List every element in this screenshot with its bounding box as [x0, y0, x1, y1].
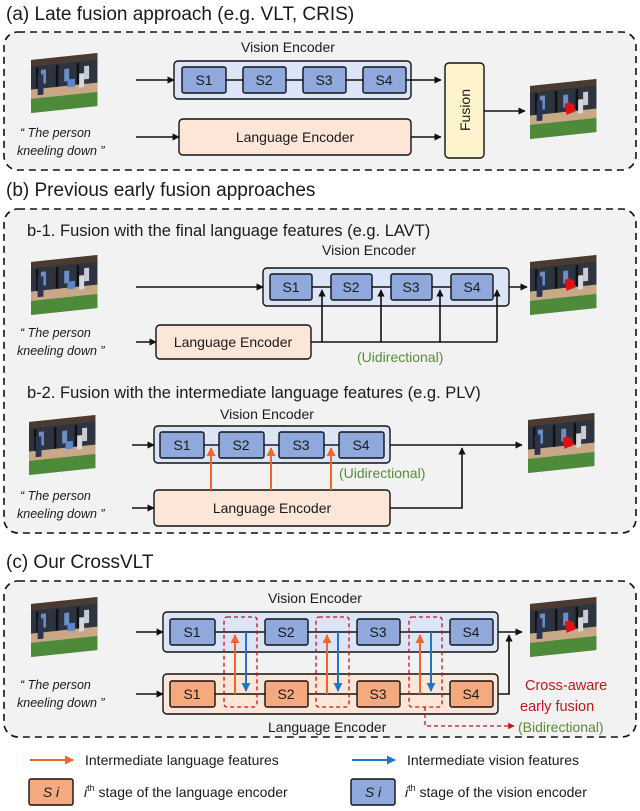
section-b-panel	[3, 208, 637, 534]
query-text-line1-b2: “ The person	[20, 489, 91, 503]
figure-canvas: (a) Late fusion approach (e.g. VLT, CRIS…	[3, 4, 637, 806]
stage-label: S2	[342, 279, 359, 295]
stage-label: S1	[173, 437, 190, 453]
output-mask-image-c	[530, 597, 596, 657]
stage-label: S4	[462, 686, 479, 702]
output-mask-image-a	[530, 79, 596, 139]
legend-vision-stage-label: ith stage of the vision encoder	[405, 783, 587, 800]
language-encoder-label-b2: Language Encoder	[213, 500, 332, 516]
stage-label: S1	[282, 279, 299, 295]
vision-encoder-label-b1: Vision Encoder	[322, 242, 416, 258]
legend-blue-label: Intermediate vision features	[407, 752, 579, 768]
stage-label: S4	[463, 279, 480, 295]
vision-encoder-label-c: Vision Encoder	[268, 590, 362, 606]
fusion-label: Fusion	[457, 89, 473, 131]
input-image-a	[31, 53, 98, 114]
query-text-line1-b1: “ The person	[20, 326, 91, 340]
stage-label: S4	[375, 72, 392, 88]
bidirectional-label-c: (Bidirectional)	[518, 719, 604, 735]
stage-label: S2	[232, 437, 249, 453]
cross-aware-label-line1: Cross-aware	[525, 678, 607, 694]
language-encoder-label-a: Language Encoder	[236, 129, 355, 145]
stage-label: S2	[277, 686, 294, 702]
legend-orange-label: Intermediate language features	[85, 752, 279, 768]
section-c-title: (c) Our CrossVLT	[6, 552, 154, 573]
stage-label: S2	[277, 624, 294, 640]
b1-title: b-1. Fusion with the final language feat…	[27, 222, 430, 240]
query-text-line2-c: kneeling down ”	[17, 696, 105, 710]
section-b-title: (b) Previous early fusion approaches	[6, 180, 315, 201]
legend-superscript: th	[87, 783, 95, 793]
vision-encoder-label-a: Vision Encoder	[241, 39, 335, 55]
language-encoder-label-c: Language Encoder	[268, 719, 387, 735]
stage-label: S3	[292, 437, 309, 453]
stage-label: S3	[369, 624, 386, 640]
stage-label: S4	[352, 437, 369, 453]
legend-vision-stage-symbol: S i	[365, 784, 382, 800]
query-text-line1-c: “ The person	[20, 678, 91, 692]
stage-label: S3	[402, 279, 419, 295]
legend-superscript: th	[408, 783, 416, 793]
query-text-line1-a: “ The person	[20, 126, 91, 140]
stage-label: S4	[462, 624, 479, 640]
input-image-b2	[29, 415, 96, 476]
query-text-line2-a: kneeling down ”	[17, 144, 105, 158]
stage-label: S2	[255, 72, 272, 88]
section-a-title: (a) Late fusion approach (e.g. VLT, CRIS…	[6, 4, 354, 25]
query-text-line2-b2: kneeling down ”	[17, 507, 105, 521]
stage-label: S1	[195, 72, 212, 88]
vision-encoder-label-b2: Vision Encoder	[220, 406, 314, 422]
stage-label: S1	[183, 624, 200, 640]
b2-title: b-2. Fusion with the intermediate langua…	[27, 384, 481, 402]
input-image-b1	[31, 255, 98, 316]
output-mask-image-b2	[528, 413, 594, 473]
stage-label: S3	[369, 686, 386, 702]
stage-label: S3	[315, 72, 332, 88]
output-mask-image-b1	[530, 255, 596, 315]
legend: Intermediate language features Intermedi…	[28, 752, 587, 806]
language-encoder-label-b1: Language Encoder	[174, 334, 293, 350]
legend-text: stage of the language encoder	[95, 784, 288, 800]
unidirectional-label-b1: (Uidirectional)	[357, 349, 443, 365]
legend-language-stage-label: ith stage of the language encoder	[84, 783, 288, 800]
stage-label: S1	[183, 686, 200, 702]
legend-text: stage of the vision encoder	[416, 784, 588, 800]
cross-aware-label-line2: early fusion	[520, 699, 594, 715]
query-text-line2-b1: kneeling down ”	[17, 344, 105, 358]
input-image-c	[31, 597, 98, 658]
legend-language-stage-symbol: S i	[43, 784, 60, 800]
unidirectional-label-b2: (Uidirectional)	[339, 465, 425, 481]
